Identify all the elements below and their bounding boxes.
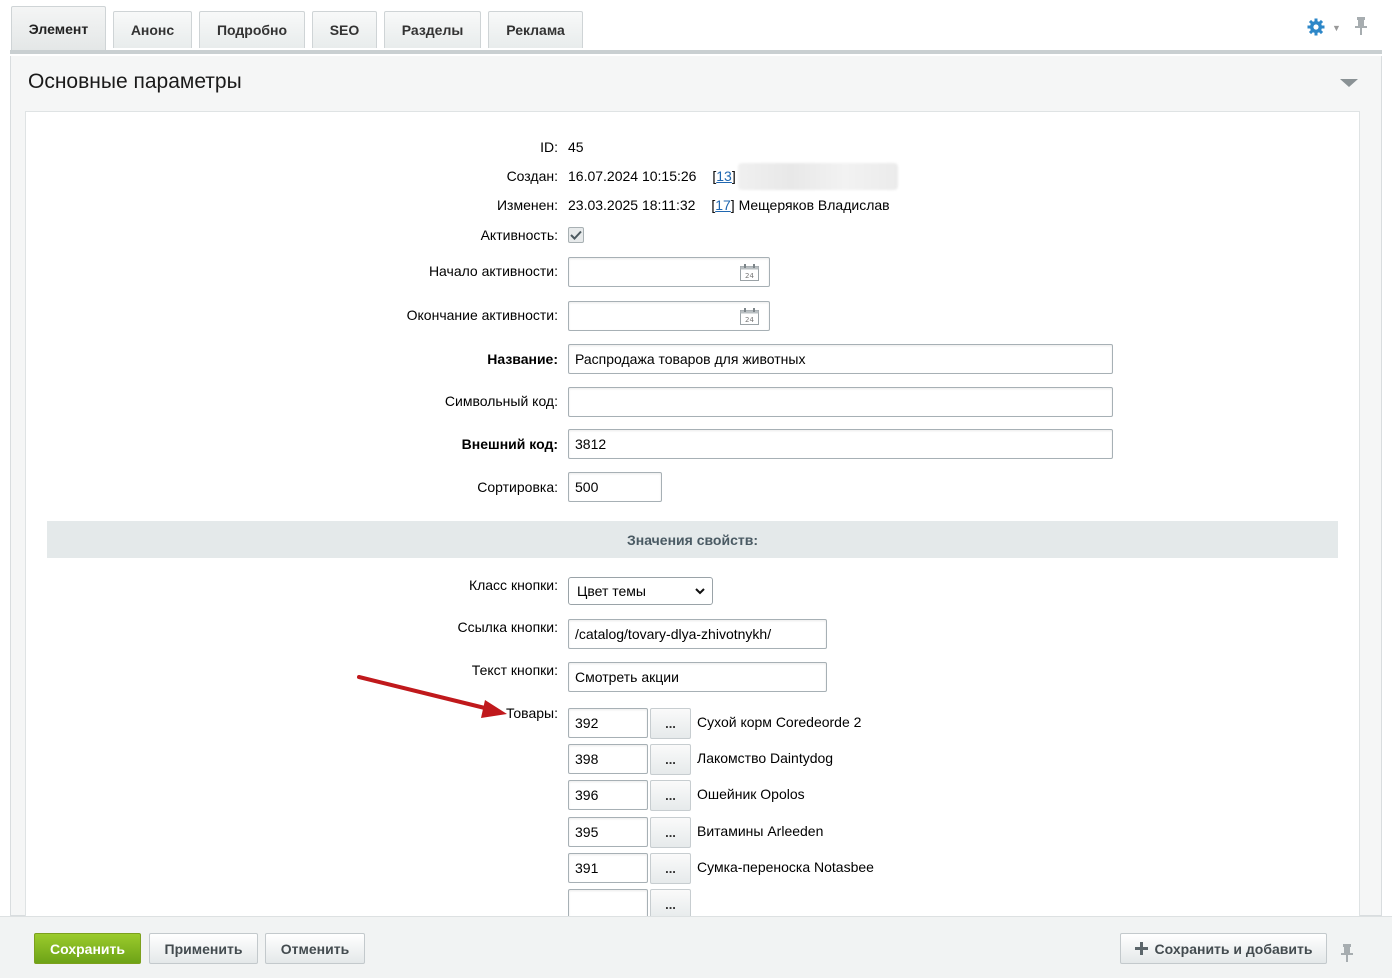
sort-input[interactable]: 500 bbox=[568, 472, 662, 502]
svg-text:24: 24 bbox=[745, 316, 754, 324]
chevron-down-icon: ▼ bbox=[1332, 23, 1341, 33]
checkmark-icon bbox=[570, 230, 582, 240]
pin-icon[interactable] bbox=[1354, 16, 1368, 36]
product-id-value: 396 bbox=[575, 787, 599, 803]
tab-announce[interactable]: Анонс bbox=[113, 11, 192, 48]
tab-ads[interactable]: Реклама bbox=[488, 11, 583, 48]
product-browse-button[interactable]: ... bbox=[650, 780, 691, 811]
sort-value: 500 bbox=[575, 479, 599, 495]
id-label: ID: bbox=[540, 139, 558, 155]
active-from-label: Начало активности: bbox=[428, 263, 558, 279]
save-button[interactable]: Сохранить bbox=[34, 933, 141, 964]
created-user-link[interactable]: 13 bbox=[716, 168, 732, 184]
tab-details[interactable]: Подробно bbox=[199, 11, 305, 48]
properties-header: Значения свойств: bbox=[47, 521, 1338, 558]
tab-seo[interactable]: SEO bbox=[312, 11, 377, 48]
active-checkbox[interactable] bbox=[568, 227, 584, 243]
product-name: Сухой корм Coredeorde 2 bbox=[697, 714, 862, 730]
calendar-icon[interactable]: 24 bbox=[740, 308, 759, 325]
button-class-label: Класс кнопки: bbox=[468, 577, 558, 593]
created-date: 16.07.2024 10:15:26 bbox=[568, 168, 697, 184]
apply-button[interactable]: Применить bbox=[149, 933, 258, 964]
button-link-label: Ссылка кнопки: bbox=[457, 619, 558, 635]
product-id-input[interactable]: 392 bbox=[568, 708, 648, 738]
product-id-input[interactable]: 396 bbox=[568, 780, 648, 810]
product-browse-button[interactable]: ... bbox=[650, 853, 691, 884]
cancel-button[interactable]: Отменить bbox=[265, 933, 365, 964]
button-link-value: /catalog/tovary-dlya-zhivotnykh/ bbox=[575, 626, 772, 642]
product-id-input[interactable] bbox=[568, 889, 648, 919]
gear-icon bbox=[1307, 18, 1325, 36]
product-id-value: 391 bbox=[575, 860, 599, 876]
code-input[interactable] bbox=[568, 387, 1113, 417]
product-name: Витамины Arleeden bbox=[697, 823, 824, 839]
created-bracket-close: ] bbox=[731, 168, 736, 184]
active-to-label: Окончание активности: bbox=[406, 307, 558, 323]
pin-icon[interactable] bbox=[1340, 943, 1354, 963]
save-and-add-label: Сохранить и добавить bbox=[1154, 940, 1313, 957]
button-class-select[interactable]: Цвет темы bbox=[568, 577, 713, 605]
modified-bracket-close: ] bbox=[730, 197, 735, 213]
xml-id-value: 3812 bbox=[575, 436, 607, 452]
modified-date: 23.03.2025 18:11:32 bbox=[568, 197, 696, 213]
product-name: Лакомство Daintydog bbox=[697, 750, 834, 766]
tab-element[interactable]: Элемент bbox=[11, 6, 106, 50]
product-browse-button[interactable]: ... bbox=[650, 817, 691, 848]
name-value: Распродажа товаров для животных bbox=[575, 351, 806, 367]
tab-sections[interactable]: Разделы bbox=[384, 11, 481, 48]
collapse-arrow-icon[interactable] bbox=[1340, 79, 1358, 87]
code-label: Символьный код: bbox=[444, 393, 558, 409]
product-id-value: 395 bbox=[575, 824, 599, 840]
annotation-arrow-icon bbox=[357, 675, 507, 718]
created-label: Создан: bbox=[506, 168, 558, 184]
product-id-input[interactable]: 398 bbox=[568, 744, 648, 774]
save-and-add-button[interactable]: Сохранить и добавить bbox=[1120, 933, 1327, 964]
name-label: Название: bbox=[487, 351, 558, 367]
svg-text:24: 24 bbox=[745, 272, 754, 280]
product-id-input[interactable]: 395 bbox=[568, 817, 648, 847]
name-input[interactable]: Распродажа товаров для животных bbox=[568, 344, 1113, 374]
tab-underline bbox=[10, 50, 1382, 54]
settings-button[interactable]: ▼ bbox=[1306, 17, 1342, 37]
active-from-input[interactable]: 24 bbox=[568, 257, 770, 287]
modified-value: 23.03.2025 18:11:32 [17] Мещеряков Влади… bbox=[568, 197, 890, 213]
active-to-input[interactable]: 24 bbox=[568, 301, 770, 331]
modified-user-link[interactable]: 17 bbox=[715, 197, 731, 213]
button-text-input[interactable]: Смотреть акции bbox=[568, 662, 827, 692]
product-id-value: 398 bbox=[575, 751, 599, 767]
product-browse-button[interactable]: ... bbox=[650, 744, 691, 775]
button-text-value: Смотреть акции bbox=[575, 669, 679, 685]
button-link-input[interactable]: /catalog/tovary-dlya-zhivotnykh/ bbox=[568, 619, 827, 649]
product-id-value: 392 bbox=[575, 715, 599, 731]
section-title: Основные параметры bbox=[28, 70, 242, 93]
chevron-down-icon bbox=[695, 588, 705, 595]
xml-id-input[interactable]: 3812 bbox=[568, 429, 1113, 459]
product-id-input[interactable]: 391 bbox=[568, 853, 648, 883]
calendar-icon[interactable]: 24 bbox=[740, 264, 759, 281]
sort-label: Сортировка: bbox=[477, 479, 558, 495]
modified-user-name: Мещеряков Владислав bbox=[738, 197, 890, 213]
product-name: Ошейник Opolos bbox=[697, 786, 805, 802]
xml-id-label: Внешний код: bbox=[461, 436, 558, 452]
plus-icon bbox=[1134, 942, 1148, 955]
id-value: 45 bbox=[568, 139, 584, 155]
modified-label: Изменен: bbox=[496, 197, 558, 213]
product-browse-button[interactable]: ... bbox=[650, 708, 691, 739]
button-class-value: Цвет темы bbox=[577, 583, 646, 599]
redacted-user-name bbox=[738, 163, 898, 190]
product-name: Сумка-переноска Notasbee bbox=[697, 859, 874, 875]
form-area bbox=[25, 111, 1360, 921]
active-label: Активность: bbox=[480, 227, 558, 243]
footer-bar: Сохранить Применить Отменить Сохранить и… bbox=[0, 916, 1392, 978]
tab-bar: Элемент Анонс Подробно SEO Разделы Рекла… bbox=[0, 0, 1392, 56]
created-value: 16.07.2024 10:15:26 [13] bbox=[568, 168, 736, 184]
